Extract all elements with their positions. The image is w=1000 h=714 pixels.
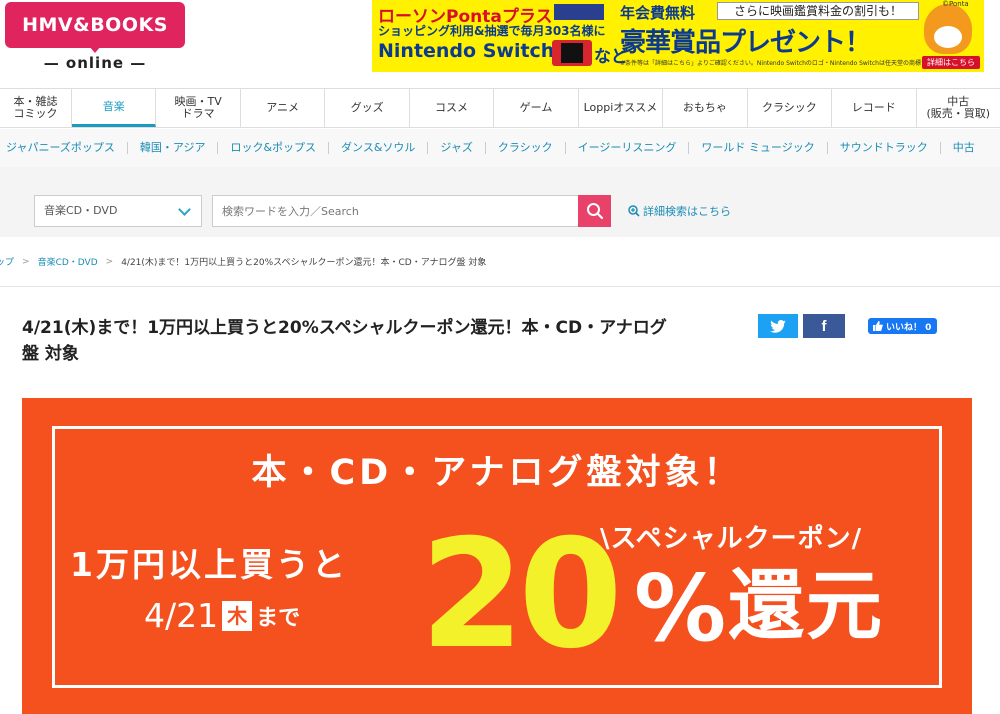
nav-anime[interactable]: アニメ	[241, 89, 326, 127]
hero-deadline: 4/21 木 まで	[144, 596, 300, 635]
hero-percent: 20	[420, 508, 623, 682]
ad-prize: 豪華賞品プレゼント！	[620, 28, 871, 58]
main-nav: 本・雑誌 コミック 音楽 映画・TV ドラマ アニメ グッズ コスメ ゲーム L…	[0, 88, 1000, 128]
search-bar: 音楽CD・DVD 詳細検索はこちら	[0, 167, 1000, 237]
nav-game[interactable]: ゲーム	[494, 89, 579, 127]
genre-subnav: ジャパニーズポップス 韓国・アジア ロック&ポップス ダンス&ソウル ジャズ ク…	[0, 129, 1000, 167]
subnav-jpop[interactable]: ジャパニーズポップス	[0, 142, 128, 154]
nav-record[interactable]: レコード	[832, 89, 917, 127]
hero-weekday-badge: 木	[222, 600, 253, 631]
breadcrumb-music[interactable]: 音楽CD・DVD	[38, 255, 98, 268]
site-header: HMV&BOOKS — online — ローソンPontaプラス ショッピング…	[0, 0, 1000, 88]
logo-mark: HMV&BOOKS	[5, 2, 185, 48]
twitter-icon	[770, 319, 786, 333]
page-title: 4/21(木)まで！1万円以上買うと20%スペシャルクーポン還元！本・CD・アナ…	[22, 318, 667, 364]
logo-notch	[89, 46, 101, 53]
twitter-share-button[interactable]	[758, 314, 798, 338]
breadcrumb-current: 4/21(木)まで！1万円以上買うと20%スペシャルクーポン還元！本・CD・アナ…	[121, 258, 487, 268]
nav-movies[interactable]: 映画・TV ドラマ	[156, 89, 241, 127]
nav-cosme[interactable]: コスメ	[410, 89, 495, 127]
subnav-jazz[interactable]: ジャズ	[428, 142, 486, 154]
search-category-select[interactable]: 音楽CD・DVD	[34, 195, 202, 227]
nav-books[interactable]: 本・雑誌 コミック	[0, 89, 72, 127]
nav-classic[interactable]: クラシック	[748, 89, 833, 127]
hero-date: 4/21	[144, 596, 219, 635]
subnav-rock-pop[interactable]: ロック&ポップス	[218, 142, 330, 154]
subnav-soundtrack[interactable]: サウンドトラック	[828, 142, 941, 154]
hero-kangen: 還元	[728, 561, 884, 650]
facebook-like-button[interactable]: いいね！ 0	[868, 318, 938, 334]
breadcrumb: ップ > 音楽CD・DVD > 4/21(木)まで！1万円以上買うと20%スペシ…	[0, 237, 1000, 287]
ad-annual-fee: 年会費無料	[620, 4, 696, 22]
subnav-used[interactable]: 中古	[941, 142, 987, 154]
search-category-value: 音楽CD・DVD	[44, 204, 118, 217]
logo-subtitle: — online —	[43, 54, 147, 72]
facebook-share-button[interactable]: f	[803, 314, 845, 338]
ad-switch-text: Nintendo Switch	[378, 40, 555, 62]
switch-console-icon	[552, 40, 592, 66]
nav-music[interactable]: 音楽	[72, 89, 157, 127]
ponta-ad-banner[interactable]: ローソンPontaプラス ショッピング利用&抽選で毎月303名様に Ninten…	[372, 0, 984, 72]
breadcrumb-top[interactable]: ップ	[0, 255, 14, 268]
subnav-classical[interactable]: クラシック	[486, 142, 566, 154]
ad-fine-print: ※条件等は「詳細はこちら」よりご確認ください。Nintendo Switchのロ…	[620, 60, 939, 67]
ad-card-image	[554, 4, 604, 20]
thumbs-up-icon	[873, 321, 883, 331]
hero-condition: 1万円以上買うと	[70, 545, 348, 584]
search-input[interactable]	[212, 195, 578, 227]
search-button[interactable]	[578, 195, 611, 227]
hero-percent-sign: %	[634, 555, 727, 662]
breadcrumb-separator: >	[105, 256, 114, 267]
subnav-world-music[interactable]: ワールド ミュージック	[689, 142, 828, 154]
advanced-search-label: 詳細検索はこちら	[643, 205, 731, 218]
subnav-easy-listening[interactable]: イージーリスニング	[566, 142, 690, 154]
site-logo[interactable]: HMV&BOOKS — online —	[5, 2, 185, 80]
search-icon	[587, 203, 604, 220]
like-label: いいね！ 0	[886, 322, 932, 333]
ad-discount-box: さらに映画鑑賞料金の割引も！	[717, 2, 919, 20]
subnav-kpop-asia[interactable]: 韓国・アジア	[128, 142, 219, 154]
chevron-down-icon	[178, 203, 191, 216]
breadcrumb-separator: >	[22, 256, 30, 267]
hero-special-coupon: \スペシャルクーポン/	[600, 524, 863, 554]
ponta-mascot-icon	[924, 4, 972, 54]
hero-until: まで	[256, 605, 301, 631]
nav-toys[interactable]: おもちゃ	[663, 89, 748, 127]
campaign-hero-banner[interactable]: 本・CD・アナログ盤対象！ 1万円以上買うと 4/21 木 まで \スペシャルク…	[22, 398, 972, 714]
hero-headline: 本・CD・アナログ盤対象！	[251, 453, 743, 493]
ad-subtitle: ショッピング利用&抽選で毎月303名様に	[378, 24, 606, 38]
zoom-plus-icon	[628, 205, 640, 217]
nav-loppi[interactable]: Loppiオススメ	[579, 89, 664, 127]
nav-used[interactable]: 中古 (販売・買取)	[917, 89, 1000, 127]
ad-copyright: ©Ponta	[942, 0, 969, 8]
nav-goods[interactable]: グッズ	[325, 89, 410, 127]
ad-details-button[interactable]: 詳細はこちら	[922, 56, 980, 69]
advanced-search-link[interactable]: 詳細検索はこちら	[628, 203, 731, 219]
subnav-dance-soul[interactable]: ダンス&ソウル	[329, 142, 429, 154]
